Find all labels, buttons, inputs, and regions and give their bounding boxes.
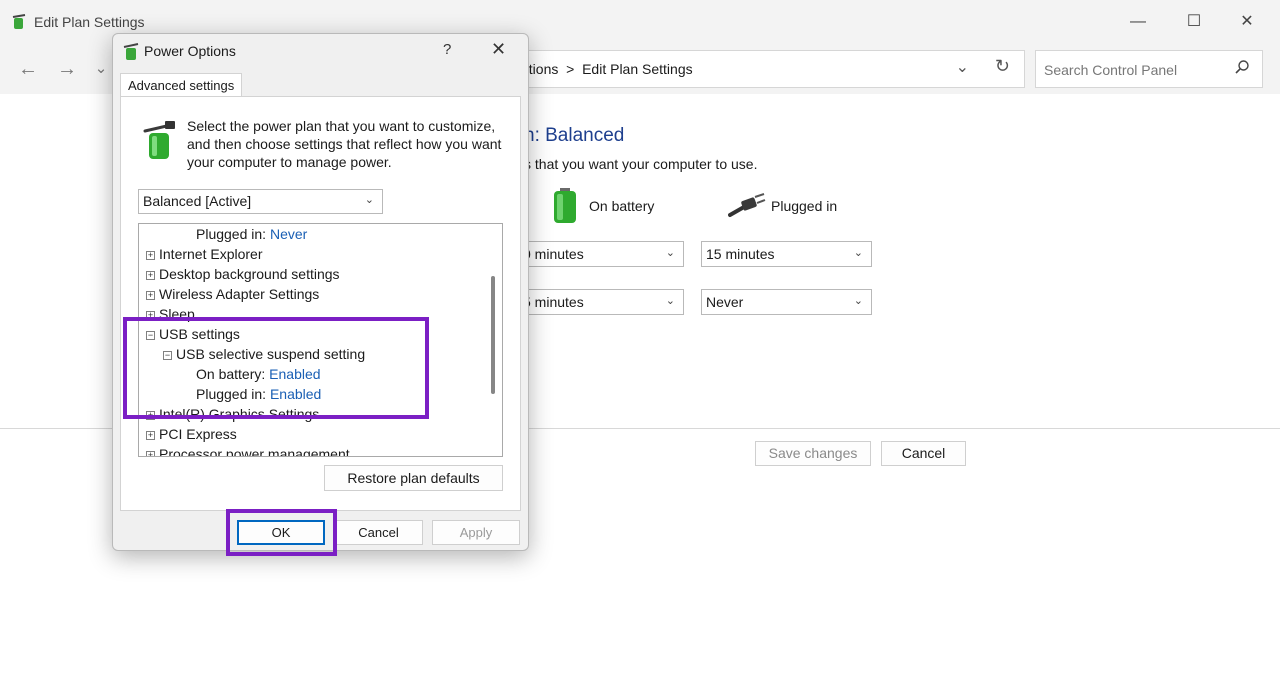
chevron-down-icon: ⌄ <box>665 247 675 259</box>
window-title: Edit Plan Settings <box>34 14 145 30</box>
select-value: 5 minutes <box>523 294 584 310</box>
search-box[interactable]: Search Control Panel <box>1035 50 1263 88</box>
tree-item[interactable]: + Wireless Adapter Settings <box>146 286 319 306</box>
select-value: 0 minutes <box>523 246 584 262</box>
chevron-down-icon: ⌄ <box>853 295 863 307</box>
display-off-plugged-select[interactable]: 15 minutes ⌄ <box>701 241 872 267</box>
search-icon <box>1235 60 1249 74</box>
plan-title: n: Balanced <box>524 125 625 146</box>
usb-settings-highlight <box>123 317 429 419</box>
chevron-down-icon: ⌄ <box>364 194 374 206</box>
refresh-icon[interactable]: ↻ <box>995 56 1010 77</box>
back-button[interactable]: ← <box>15 57 41 81</box>
cancel-button[interactable]: Cancel <box>881 441 966 466</box>
tree-scrollbar[interactable] <box>484 224 502 456</box>
tab-advanced-settings[interactable]: Advanced settings <box>120 73 243 97</box>
apply-button[interactable]: Apply <box>432 520 520 545</box>
expand-icon[interactable]: + <box>146 291 155 300</box>
dialog-close-button[interactable]: ✕ <box>491 39 506 60</box>
plugged-in-heading: Plugged in <box>771 198 838 214</box>
battery-icon <box>554 188 576 223</box>
recent-locations-button[interactable]: ⌄ <box>88 57 114 81</box>
on-battery-heading: On battery <box>589 198 655 214</box>
tree-item[interactable]: + Desktop background settings <box>146 266 340 286</box>
select-value: 15 minutes <box>706 246 775 262</box>
save-changes-button[interactable]: Save changes <box>755 441 871 466</box>
dialog-cancel-button[interactable]: Cancel <box>334 520 423 545</box>
setting-value[interactable]: Never <box>270 226 307 242</box>
scrollbar-thumb[interactable] <box>491 276 495 394</box>
help-button[interactable]: ? <box>443 41 451 58</box>
chevron-down-icon[interactable]: ⌄ <box>956 57 969 77</box>
sleep-plugged-select[interactable]: Never ⌄ <box>701 289 872 315</box>
power-plan-select[interactable]: Balanced [Active] ⌄ <box>138 189 383 214</box>
close-button[interactable]: ✕ <box>1233 10 1261 34</box>
sleep-battery-select[interactable]: 5 minutes ⌄ <box>518 289 684 315</box>
chevron-down-icon: ⌄ <box>665 295 675 307</box>
expand-icon[interactable]: + <box>146 431 155 440</box>
chevron-down-icon: ⌄ <box>853 247 863 259</box>
restore-plan-defaults-button[interactable]: Restore plan defaults <box>324 465 503 491</box>
tree-item[interactable]: + Internet Explorer <box>146 246 263 266</box>
power-options-dialog: Power Options ? ✕ Advanced settings Sele… <box>112 33 529 551</box>
ok-button-highlight <box>226 509 337 556</box>
power-plan-icon <box>143 121 175 159</box>
tree-item[interactable]: + PCI Express <box>146 426 237 446</box>
select-value: Never <box>706 294 744 310</box>
power-options-icon <box>12 14 26 29</box>
expand-icon[interactable]: + <box>146 451 155 456</box>
minimize-button[interactable]: — <box>1124 10 1152 34</box>
dialog-title: Power Options <box>144 43 236 59</box>
breadcrumb[interactable]: ptions > Edit Plan Settings <box>521 61 693 77</box>
expand-icon[interactable]: + <box>146 251 155 260</box>
plan-subtitle: s that you want your computer to use. <box>524 156 758 172</box>
plug-icon <box>728 193 766 217</box>
tree-item[interactable]: + Processor power management <box>146 446 350 456</box>
power-options-icon <box>123 43 139 60</box>
display-off-battery-select[interactable]: 0 minutes ⌄ <box>518 241 684 267</box>
expand-icon[interactable]: + <box>146 271 155 280</box>
select-value: Balanced [Active] <box>143 193 252 209</box>
forward-button[interactable]: → <box>54 57 80 81</box>
advanced-settings-panel: Select the power plan that you want to c… <box>120 96 521 511</box>
maximize-button[interactable]: ☐ <box>1180 10 1208 34</box>
tree-item[interactable]: Plugged in: Never <box>196 226 307 246</box>
search-input[interactable]: Search Control Panel <box>1044 62 1177 78</box>
dialog-intro-text: Select the power plan that you want to c… <box>187 118 502 170</box>
